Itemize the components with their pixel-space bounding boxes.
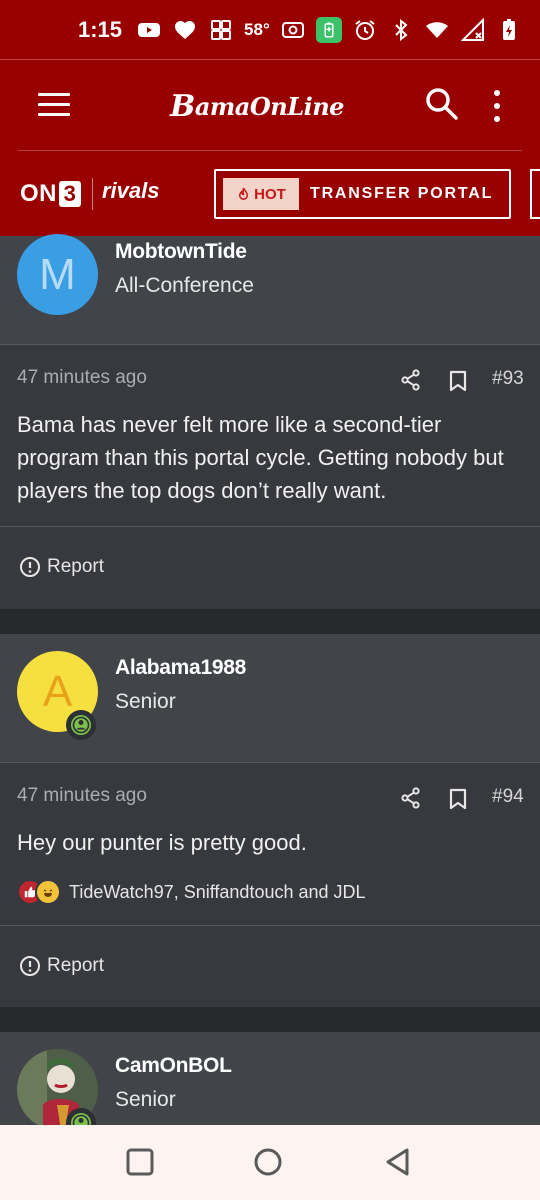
share-icon[interactable]	[400, 787, 422, 809]
divider	[0, 526, 540, 527]
bluetooth-icon	[388, 17, 414, 43]
nav-separator	[92, 178, 93, 210]
radio-icon	[280, 17, 306, 43]
reactions-bar[interactable]: TideWatch97, Sniffandtouch and JDL	[17, 879, 366, 905]
search-icon[interactable]	[424, 86, 460, 122]
bookmark-icon[interactable]	[448, 370, 468, 392]
battery-saver-icon	[315, 17, 342, 43]
user-rank: All-Conference	[115, 274, 254, 297]
on3-logo[interactable]: ON 3	[20, 180, 81, 208]
username[interactable]: MobtownTide	[115, 240, 247, 264]
battery-charging-icon	[496, 17, 522, 43]
youtube-icon	[136, 17, 162, 43]
report-button[interactable]: Report	[19, 955, 104, 977]
status-bar: 1:15 58°	[0, 0, 540, 60]
wifi-icon	[424, 17, 450, 43]
apps-icon	[208, 17, 234, 43]
transfer-portal-button[interactable]: HOT TRANSFER PORTAL	[214, 169, 511, 219]
alert-circle-icon	[20, 956, 40, 976]
divider	[0, 925, 540, 926]
post-author-header: A Alabama1988 Senior	[0, 634, 540, 762]
post-text: Hey our punter is pretty good.	[17, 830, 307, 855]
app-header: BamaOnLine	[0, 60, 540, 152]
header-divider	[18, 150, 522, 151]
username[interactable]: Alabama1988	[115, 656, 246, 680]
post-body: 47 minutes ago #94 Hey our punter is pre…	[0, 763, 540, 1007]
site-logo[interactable]: BamaOnLine	[170, 86, 370, 126]
post-timestamp[interactable]: 47 minutes ago	[17, 785, 147, 807]
online-status-icon	[66, 710, 96, 740]
home-icon[interactable]	[253, 1147, 283, 1177]
post-body: 47 minutes ago #93 Bama has never felt m…	[0, 345, 540, 609]
post-author-header: CamOnBOL Senior	[0, 1032, 540, 1138]
post-timestamp[interactable]: 47 minutes ago	[17, 367, 147, 389]
post-number[interactable]: #93	[492, 368, 524, 390]
back-icon[interactable]	[383, 1147, 413, 1177]
alert-circle-icon	[20, 557, 40, 577]
share-icon[interactable]	[400, 369, 422, 391]
post-number[interactable]: #94	[492, 786, 524, 808]
laugh-reaction-icon	[35, 879, 61, 905]
report-button[interactable]: Report	[19, 556, 104, 578]
reaction-users[interactable]: TideWatch97, Sniffandtouch and JDL	[69, 882, 366, 903]
post-text: Bama has never felt more like a second-t…	[17, 412, 504, 503]
avatar[interactable]: M	[17, 234, 98, 315]
more-options-icon[interactable]	[486, 86, 508, 126]
alarm-icon	[352, 17, 378, 43]
status-time: 1:15	[78, 17, 123, 42]
transfer-portal-label: TRANSFER PORTAL	[310, 185, 494, 202]
network-nav: ON 3 rivals HOT TRANSFER PORTAL	[0, 152, 540, 236]
heart-icon	[172, 17, 198, 43]
user-rank: Senior	[115, 690, 176, 713]
user-rank: Senior	[115, 1088, 176, 1111]
post-gap	[0, 1007, 540, 1032]
hot-badge: HOT	[223, 178, 299, 210]
bookmark-icon[interactable]	[448, 788, 468, 810]
flame-icon	[239, 187, 249, 200]
recents-icon[interactable]	[125, 1147, 155, 1177]
username[interactable]: CamOnBOL	[115, 1054, 232, 1078]
status-temperature: 58°	[244, 20, 270, 39]
system-nav-bar	[0, 1125, 540, 1200]
signal-icon	[460, 17, 486, 43]
menu-icon[interactable]	[38, 93, 70, 117]
post-author-header: M MobtownTide All-Conference	[0, 234, 540, 344]
post-gap	[0, 609, 540, 634]
next-nav-button[interactable]	[530, 169, 540, 219]
rivals-logo[interactable]: rivals	[102, 178, 160, 204]
